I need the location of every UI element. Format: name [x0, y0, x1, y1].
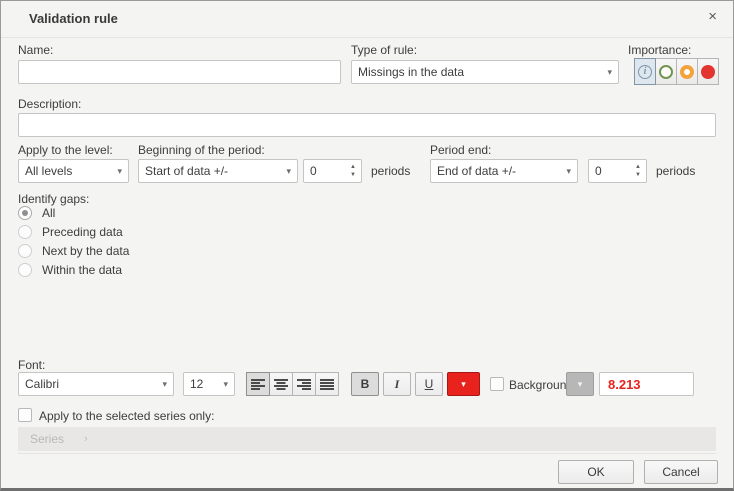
font-preview-value: 8.213	[608, 377, 641, 392]
spinner-up-icon[interactable]: ▲	[350, 163, 356, 171]
period-end-select[interactable]: End of data +/- ▾	[430, 159, 578, 183]
italic-button[interactable]: I	[383, 372, 411, 396]
chevron-down-icon: ▾	[223, 379, 228, 390]
apply-series-checkbox[interactable]	[18, 408, 32, 422]
font-color-button[interactable]: ▾	[447, 372, 480, 396]
chevron-down-icon: ▾	[117, 166, 122, 177]
spinner-buttons: ▲ ▼	[345, 160, 361, 182]
period-end-label: Period end:	[430, 143, 491, 157]
period-end-spinner[interactable]: ▲ ▼	[588, 159, 647, 183]
apply-series-label: Apply to the selected series only:	[39, 409, 214, 423]
period-begin-value: Start of data +/-	[145, 164, 282, 178]
apply-level-select[interactable]: All levels ▾	[18, 159, 129, 183]
description-input[interactable]	[18, 113, 716, 137]
font-family-value: Calibri	[25, 377, 158, 391]
chevron-down-icon: ▾	[286, 166, 291, 177]
orange-donut-icon	[680, 65, 694, 79]
apply-level-label: Apply to the level:	[18, 143, 113, 157]
green-ring-icon	[659, 65, 673, 79]
validation-rule-dialog: Validation rule × Name: Type of rule: Im…	[0, 0, 734, 491]
importance-high-button[interactable]	[697, 58, 719, 85]
radio-preceding-data[interactable]	[18, 225, 32, 239]
period-begin-spinner[interactable]: ▲ ▼	[303, 159, 362, 183]
underline-button[interactable]: U	[415, 372, 443, 396]
type-of-rule-label: Type of rule:	[351, 43, 417, 57]
align-right-button[interactable]	[292, 372, 316, 396]
radio-row-all[interactable]: All	[18, 205, 55, 220]
radio-all[interactable]	[18, 206, 32, 220]
align-justify-icon	[320, 379, 334, 390]
background-checkbox[interactable]	[490, 377, 504, 391]
period-end-value: End of data +/-	[437, 164, 562, 178]
chevron-down-icon: ▾	[566, 166, 571, 177]
align-left-button[interactable]	[246, 372, 270, 396]
align-justify-button[interactable]	[315, 372, 339, 396]
radio-next-label: Next by the data	[42, 244, 129, 258]
radio-row-next[interactable]: Next by the data	[18, 243, 129, 258]
info-icon: i	[638, 65, 652, 79]
period-begin-unit: periods	[371, 164, 410, 178]
ok-button[interactable]: OK	[558, 460, 634, 484]
period-begin-select[interactable]: Start of data +/- ▾	[138, 159, 298, 183]
radio-within-label: Within the data	[42, 263, 122, 277]
radio-next-by-data[interactable]	[18, 244, 32, 258]
series-arrow-icon: ›	[84, 433, 88, 445]
radio-all-label: All	[42, 206, 55, 220]
bold-button[interactable]: B	[351, 372, 379, 396]
series-bar-label: Series	[30, 432, 64, 446]
importance-low-button[interactable]	[655, 58, 677, 85]
chevron-down-icon: ▾	[607, 67, 612, 78]
chevron-down-icon: ▾	[461, 379, 466, 390]
align-center-icon	[274, 379, 288, 390]
spinner-down-icon[interactable]: ▼	[350, 171, 356, 179]
period-end-unit: periods	[656, 164, 695, 178]
radio-within-data[interactable]	[18, 263, 32, 277]
apply-level-value: All levels	[25, 164, 113, 178]
align-right-icon	[297, 379, 311, 390]
radio-row-preceding[interactable]: Preceding data	[18, 224, 123, 239]
align-center-button[interactable]	[269, 372, 293, 396]
period-end-count-input[interactable]	[589, 160, 630, 182]
red-dot-icon	[701, 65, 715, 79]
alignment-group	[246, 372, 339, 396]
importance-group: i	[634, 58, 719, 85]
font-label: Font:	[18, 358, 45, 372]
title-bar: Validation rule ×	[1, 1, 733, 38]
font-size-value: 12	[190, 377, 219, 391]
spinner-up-icon[interactable]: ▲	[635, 163, 641, 171]
font-size-select[interactable]: 12 ▾	[183, 372, 235, 396]
background-color-button[interactable]: ▾	[566, 372, 594, 396]
chevron-down-icon: ▾	[162, 379, 167, 390]
spinner-buttons: ▲ ▼	[630, 160, 646, 182]
importance-label: Importance:	[628, 43, 691, 57]
footer-separator	[18, 453, 716, 454]
series-selector-bar: Series ›	[18, 427, 716, 451]
dialog-title: Validation rule	[29, 11, 118, 26]
font-preview-box: 8.213	[599, 372, 694, 396]
close-icon[interactable]: ×	[708, 9, 717, 25]
spinner-down-icon[interactable]: ▼	[635, 171, 641, 179]
radio-preceding-label: Preceding data	[42, 225, 123, 239]
type-of-rule-value: Missings in the data	[358, 65, 603, 79]
identify-gaps-label: Identify gaps:	[18, 192, 89, 206]
name-label: Name:	[18, 43, 53, 57]
font-family-select[interactable]: Calibri ▾	[18, 372, 174, 396]
period-begin-count-input[interactable]	[304, 160, 345, 182]
radio-row-within[interactable]: Within the data	[18, 262, 122, 277]
importance-medium-button[interactable]	[676, 58, 698, 85]
name-input[interactable]	[18, 60, 341, 84]
description-label: Description:	[18, 97, 81, 111]
align-left-icon	[251, 379, 265, 390]
type-of-rule-select[interactable]: Missings in the data ▾	[351, 60, 619, 84]
importance-info-button[interactable]: i	[634, 58, 656, 85]
chevron-down-icon: ▾	[578, 379, 583, 390]
cancel-button[interactable]: Cancel	[644, 460, 718, 484]
period-begin-label: Beginning of the period:	[138, 143, 265, 157]
